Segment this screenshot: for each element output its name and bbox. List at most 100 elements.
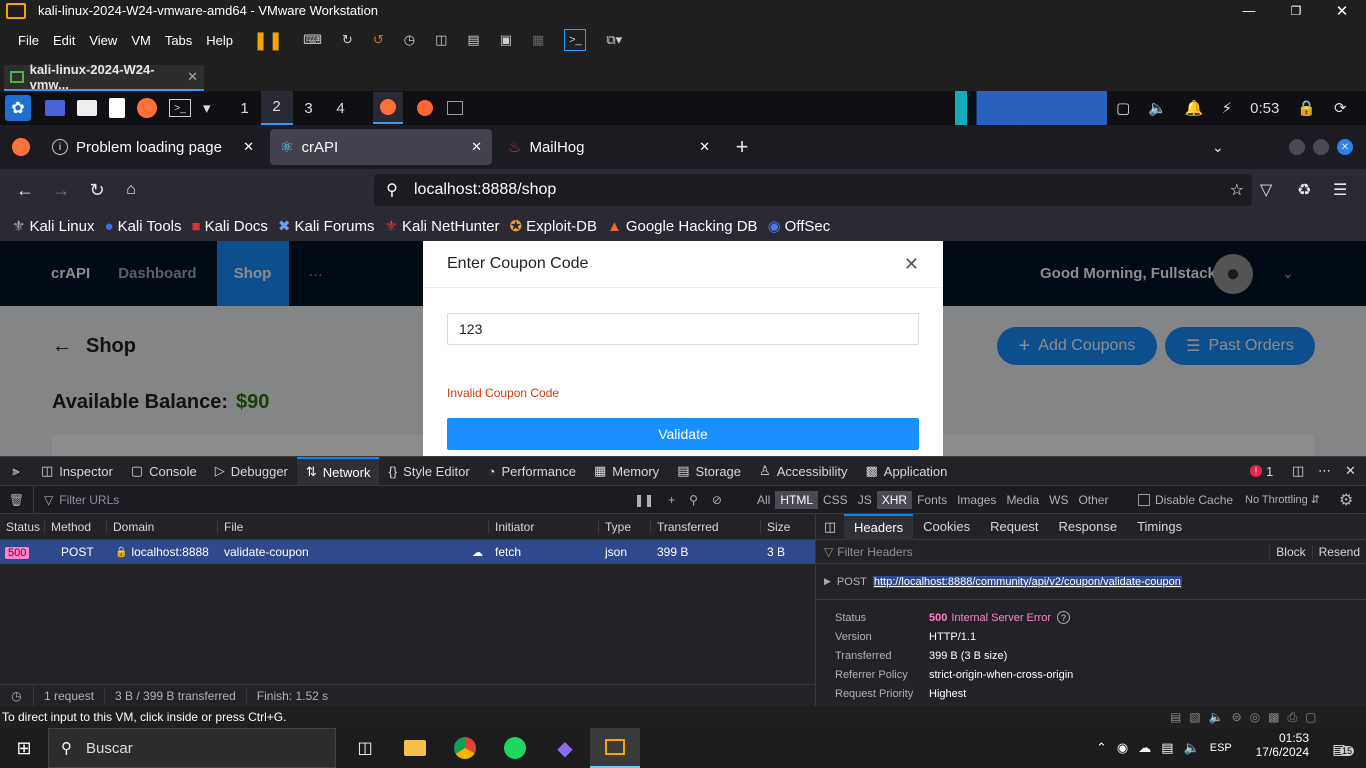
chevron-down-icon[interactable]: ▾	[203, 99, 211, 117]
minimize-icon[interactable]	[1289, 139, 1305, 155]
close-icon[interactable]: ✕	[904, 254, 919, 275]
col-file[interactable]: File	[218, 519, 489, 534]
unity-icon[interactable]: ▦	[532, 32, 544, 48]
col-size[interactable]: Size	[761, 520, 811, 534]
type-other[interactable]: Other	[1073, 491, 1113, 509]
col-method[interactable]: Method	[45, 519, 107, 534]
clock[interactable]: 0:53	[1250, 100, 1279, 117]
tool-console[interactable]: ▢ Console	[122, 457, 206, 485]
tool-performance[interactable]: ◔ Performance	[479, 457, 585, 485]
fullscreen-icon[interactable]: ▣	[500, 32, 512, 48]
workspace-3[interactable]: 3	[293, 100, 325, 117]
help-icon[interactable]: ?	[1057, 611, 1071, 624]
tool-network[interactable]: ⇅ Network	[296, 457, 380, 485]
url-bar[interactable]: ⚲ localhost:8888/shop ☆	[374, 174, 1252, 206]
validate-button[interactable]: Validate	[447, 418, 919, 450]
coupon-input[interactable]: 123	[447, 313, 919, 345]
type-all[interactable]: All	[752, 491, 775, 509]
explorer-icon[interactable]	[390, 728, 440, 768]
bookmark-kali-tools[interactable]: ● Kali Tools	[105, 218, 182, 235]
terminal-window-icon[interactable]	[446, 101, 463, 115]
element-picker-icon[interactable]: ⫸	[0, 463, 32, 479]
firefox-window-icon[interactable]	[372, 92, 403, 124]
close-tab-icon[interactable]: ✕	[471, 139, 482, 155]
menu-tabs[interactable]: Tabs	[159, 33, 198, 48]
request-url[interactable]: http://localhost:8888/community/api/v2/c…	[872, 575, 1182, 588]
stretch-icon[interactable]: ⧉▾	[606, 32, 622, 48]
dock-icon[interactable]: ◫	[1292, 463, 1304, 479]
expand-icon[interactable]: ▶	[824, 576, 831, 587]
volume-icon[interactable]: 🔈	[1184, 740, 1200, 756]
type-html[interactable]: HTML	[775, 490, 819, 509]
bookmark-kali-forums[interactable]: ✖ Kali Forums	[278, 217, 375, 236]
filter-urls-input[interactable]: Filter URLs	[59, 493, 119, 507]
close-tab-icon[interactable]: ✕	[243, 139, 254, 155]
workspace-4[interactable]: 4	[325, 100, 357, 117]
close-icon[interactable]: ✕	[1331, 1, 1353, 21]
tab-cookies[interactable]: Cookies	[913, 519, 980, 534]
taskbar-clock[interactable]: 01:53 17/6/2024	[1255, 731, 1309, 759]
bookmark-star-icon[interactable]: ☆	[1230, 180, 1244, 200]
tab-response[interactable]: Response	[1049, 519, 1128, 534]
task-view-icon[interactable]: ◫	[340, 728, 390, 768]
firefox-view-icon[interactable]	[0, 125, 42, 169]
kali-menu-icon[interactable]: ✿	[5, 95, 31, 121]
type-ws[interactable]: WS	[1044, 491, 1073, 509]
notification-center[interactable]: ▤ 15	[1324, 738, 1355, 760]
tab-headers[interactable]: Headers	[844, 513, 914, 540]
restore-icon[interactable]: ❐	[1285, 1, 1307, 21]
col-domain[interactable]: Domain	[107, 519, 218, 534]
close-window-icon[interactable]: ✕	[1337, 139, 1353, 155]
taskbar-search[interactable]: ⚲ Buscar	[48, 728, 336, 768]
tool-memory[interactable]: ▦ Memory	[585, 457, 668, 485]
language-indicator[interactable]: ESP	[1210, 742, 1232, 754]
type-css[interactable]: CSS	[818, 491, 853, 509]
toggle-sidebar-icon[interactable]: ◫	[816, 519, 844, 535]
tab-request[interactable]: Request	[980, 519, 1048, 534]
hamburger-menu-icon[interactable]: ☰	[1333, 180, 1347, 200]
power-manager-icon[interactable]: ⚡	[1222, 99, 1233, 117]
sound-icon[interactable]: 🔈	[1209, 710, 1224, 724]
trash-icon[interactable]: 🗑	[0, 485, 34, 514]
error-counter[interactable]: ! 1	[1250, 464, 1273, 479]
more-options-icon[interactable]: ⋯	[1318, 463, 1331, 479]
table-row[interactable]: 500 POST 🔒 localhost:8888 validate-coupon…	[0, 540, 815, 564]
search-icon[interactable]: ⚲	[689, 493, 698, 507]
bookmark-kali-linux[interactable]: ⚜ Kali Linux	[12, 217, 95, 236]
type-xhr[interactable]: XHR	[876, 490, 913, 509]
tool-inspector[interactable]: ◫ Inspector	[32, 457, 122, 485]
terminal-icon[interactable]: >_	[169, 99, 191, 117]
extensions-icon[interactable]: ♻	[1297, 180, 1311, 200]
bell-icon[interactable]: 🔔	[1185, 99, 1204, 117]
settings-gear-icon[interactable]: ⚙	[1339, 490, 1353, 510]
block-icon[interactable]: ⊘	[712, 493, 722, 507]
close-tab-icon[interactable]: ✕	[187, 69, 198, 85]
message-log-icon[interactable]: ▢	[1305, 710, 1316, 724]
spotify-icon[interactable]	[490, 728, 540, 768]
cd-icon[interactable]: ◎	[1250, 710, 1260, 724]
file-manager-icon[interactable]	[77, 100, 97, 116]
menu-help[interactable]: Help	[200, 33, 239, 48]
tool-storage[interactable]: ▤ Storage	[668, 457, 750, 485]
volume-icon[interactable]: 🔈	[1148, 99, 1167, 117]
minimize-icon[interactable]: —	[1238, 1, 1260, 21]
performance-analysis-icon[interactable]: ◷	[0, 685, 34, 706]
hdd-icon[interactable]: ▤	[1170, 710, 1181, 724]
vmware-taskbar-icon[interactable]	[590, 728, 640, 768]
workspace-1[interactable]: 1	[229, 100, 261, 117]
close-tab-icon[interactable]: ✕	[699, 139, 710, 155]
bookmark-google-hacking-db[interactable]: ▲ Google Hacking DB	[607, 218, 758, 235]
tab-timings[interactable]: Timings	[1127, 519, 1192, 534]
new-tab-icon[interactable]: +	[724, 134, 760, 160]
bookmark-offsec[interactable]: ◉ OffSec	[768, 217, 831, 236]
sidebar-toggle-icon[interactable]: ◫	[435, 32, 447, 48]
onedrive-icon[interactable]: ☁	[1138, 740, 1151, 756]
tab-crapi[interactable]: ⚛ crAPI ✕	[270, 129, 492, 165]
desktop-icon[interactable]	[45, 100, 65, 116]
menu-file[interactable]: File	[12, 33, 45, 48]
webcam-icon[interactable]: ◉	[1117, 740, 1128, 756]
menu-edit[interactable]: Edit	[47, 33, 81, 48]
revert-snapshot-icon[interactable]: ↺	[373, 32, 384, 48]
lock-icon[interactable]: 🔒	[1297, 99, 1316, 117]
display-icon[interactable]: ▢	[1116, 99, 1130, 117]
